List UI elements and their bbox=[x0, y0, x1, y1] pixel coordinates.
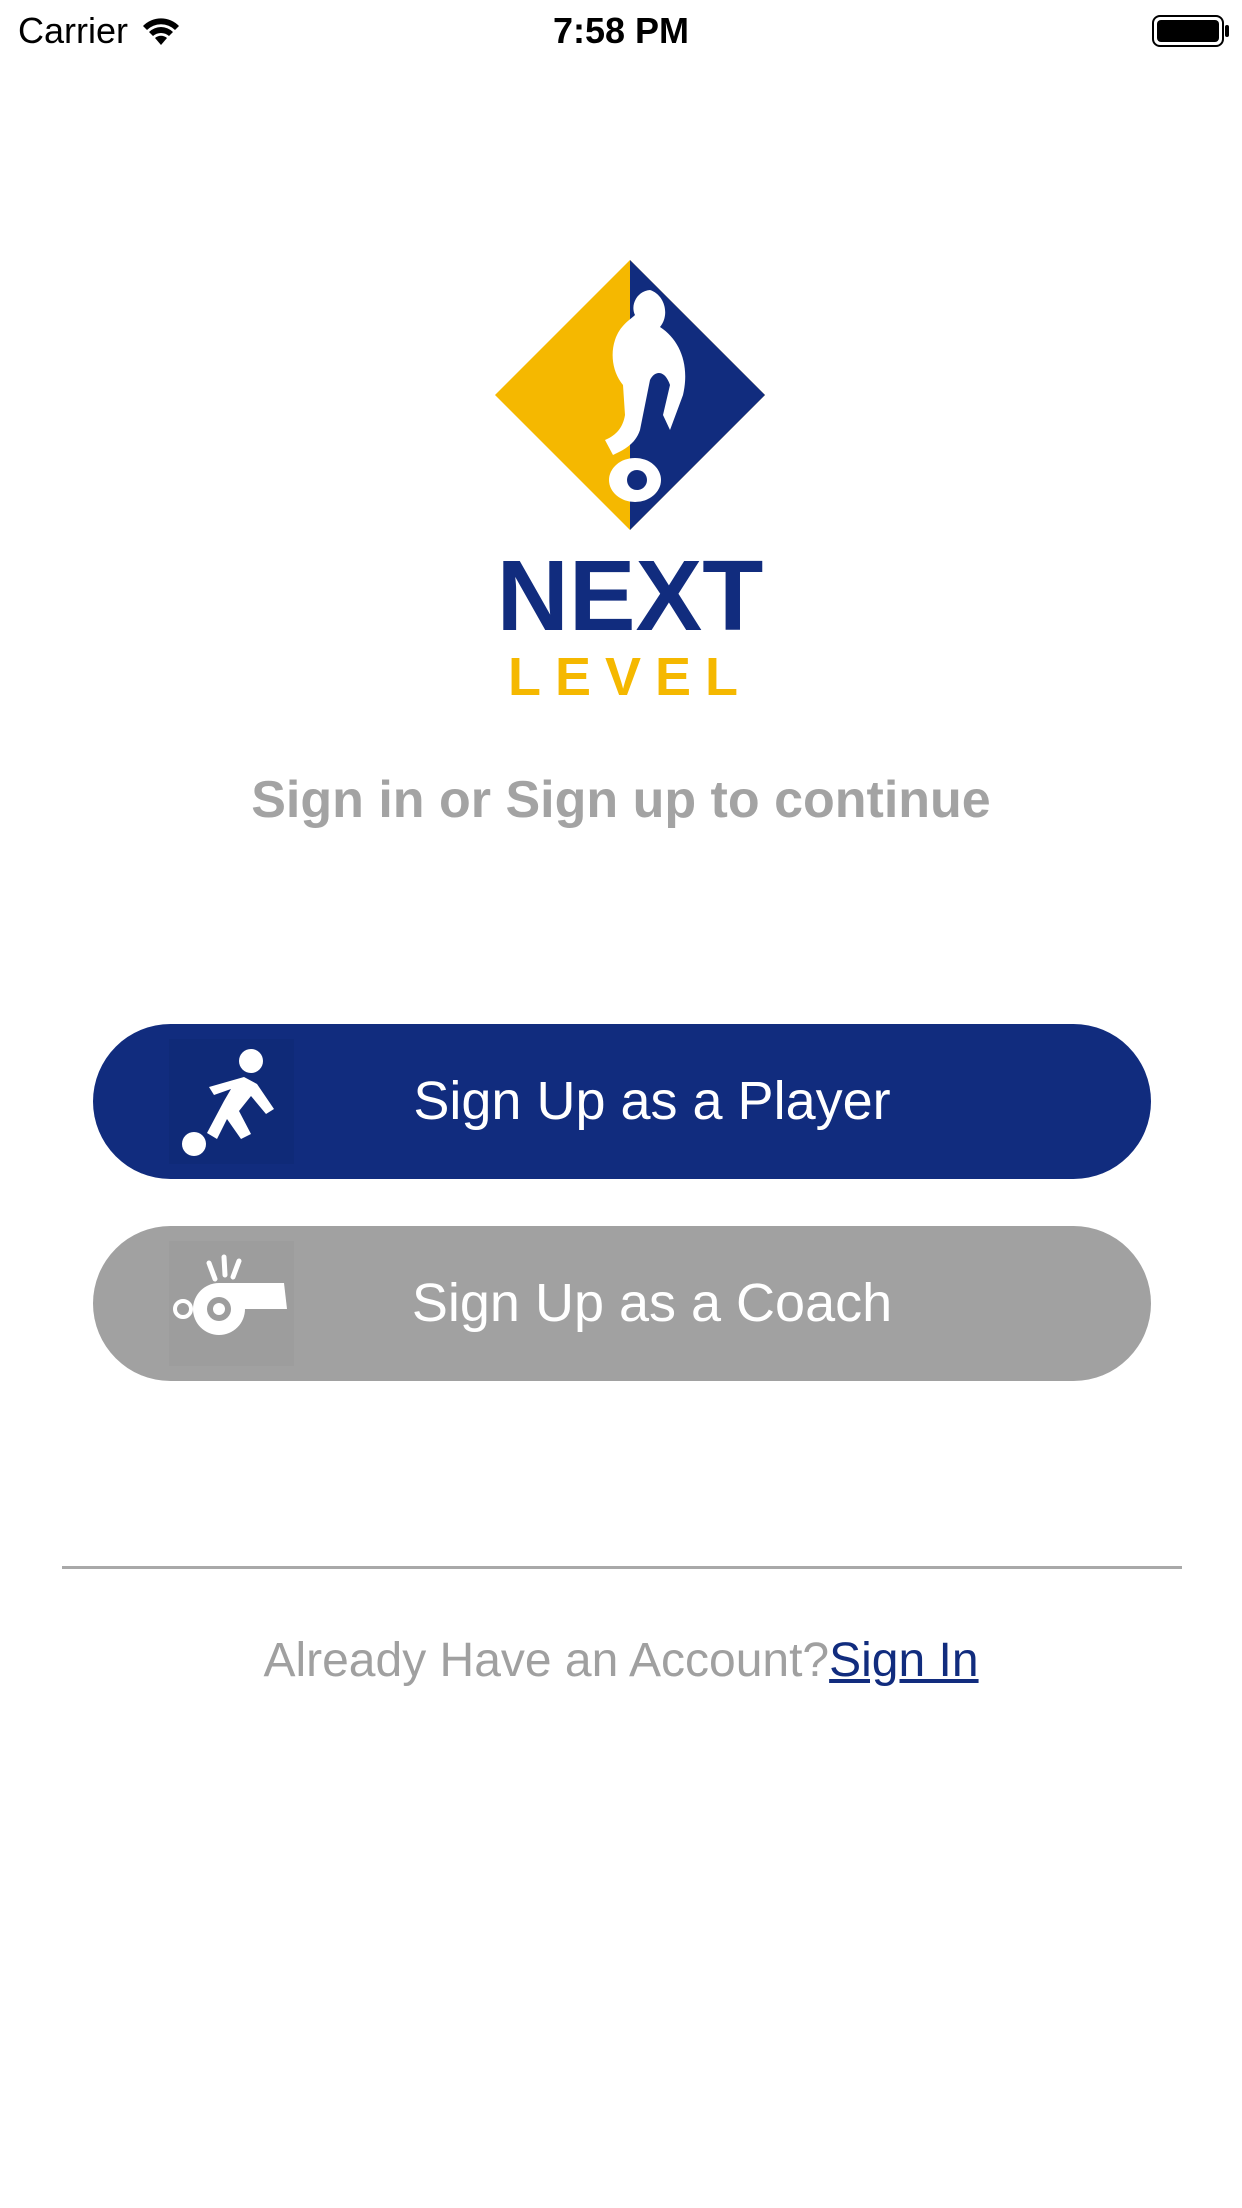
logo-word-next: NEXT bbox=[497, 540, 764, 652]
sign-up-player-label: Sign Up as a Player bbox=[413, 1071, 891, 1131]
sign-in-link[interactable]: Sign In bbox=[829, 1634, 978, 1687]
sign-up-coach-label: Sign Up as a Coach bbox=[411, 1273, 893, 1333]
logo-diamond-icon bbox=[495, 260, 765, 530]
sign-in-row: Already Have an Account?Sign In bbox=[0, 1633, 1242, 1688]
app-logo: NEXT LEVEL bbox=[495, 260, 765, 705]
battery-icon bbox=[1152, 15, 1229, 47]
divider bbox=[62, 1566, 1182, 1569]
page-subtitle: Sign in or Sign up to continue bbox=[251, 771, 991, 829]
sign-in-prompt: Already Have an Account? bbox=[263, 1634, 830, 1687]
status-time: 7:58 PM bbox=[552, 10, 690, 51]
sign-up-coach-button[interactable]: Sign Up as a Coach bbox=[93, 1226, 1151, 1381]
status-bar: Carrier 7:58 PM bbox=[0, 0, 1242, 60]
sign-up-player-button[interactable]: Sign Up as a Player bbox=[93, 1024, 1151, 1179]
logo-word-level: LEVEL bbox=[508, 647, 752, 705]
